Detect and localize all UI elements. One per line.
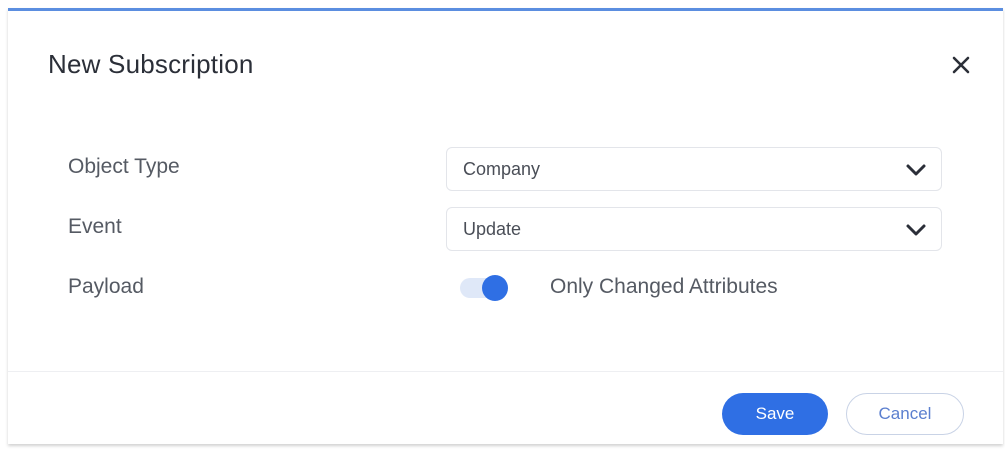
event-label: Event	[68, 215, 122, 238]
chevron-down-icon	[906, 224, 926, 236]
object-type-value: Company	[463, 159, 541, 179]
object-type-select[interactable]: Company	[446, 147, 942, 191]
event-value: Update	[463, 219, 522, 239]
close-icon	[952, 56, 970, 74]
cancel-button[interactable]: Cancel	[846, 393, 964, 435]
dialog-title: New Subscription	[48, 49, 254, 79]
chevron-down-icon	[906, 164, 926, 176]
object-type-label: Object Type	[68, 155, 180, 178]
footer-divider	[8, 371, 1003, 372]
payload-toggle-label: Only Changed Attributes	[550, 275, 778, 298]
toggle-knob	[482, 275, 508, 301]
payload-toggle[interactable]	[460, 275, 508, 301]
payload-label: Payload	[68, 275, 144, 298]
new-subscription-dialog: New Subscription Object Type Company Eve…	[8, 8, 1003, 444]
save-button[interactable]: Save	[722, 393, 828, 435]
event-select[interactable]: Update	[446, 207, 942, 251]
close-button[interactable]	[946, 50, 976, 80]
